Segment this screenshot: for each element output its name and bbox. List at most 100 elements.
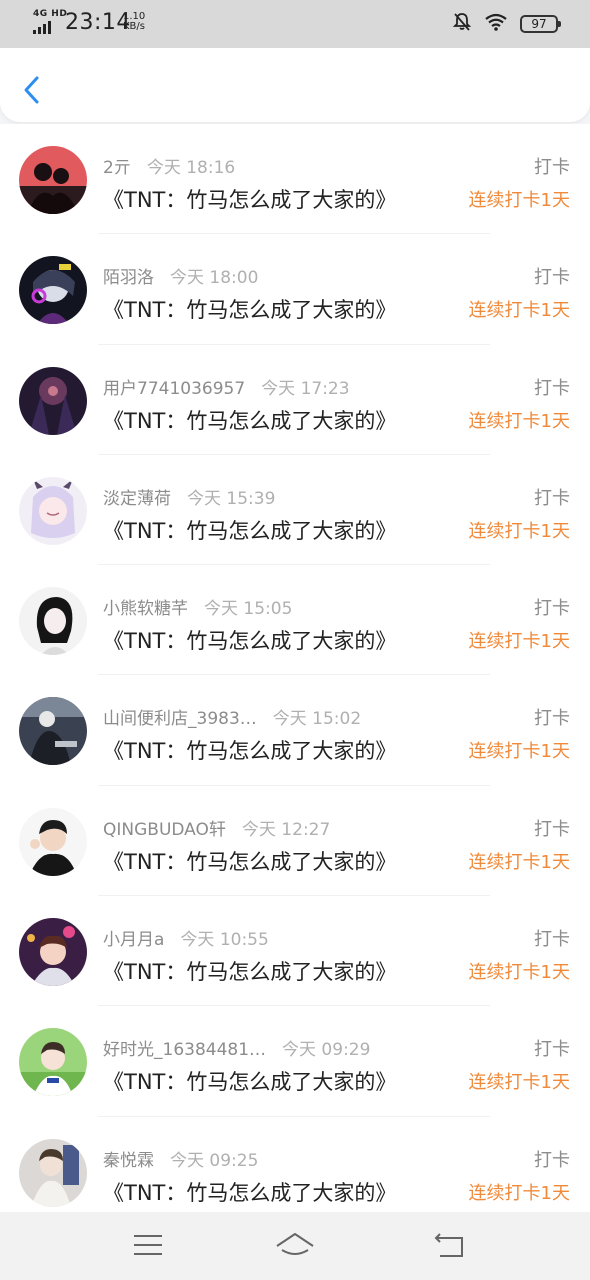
menu-button[interactable]	[128, 1230, 168, 1262]
checkin-list: 2亓 今天 18:16 《TNT：竹马怎么成了大家的》 打卡 连续打卡1天 陌羽洛 今天 1…	[0, 124, 590, 1212]
status-time: 23:14	[65, 10, 131, 35]
book-title: 《TNT：竹马怎么成了大家的》	[103, 188, 397, 212]
checkin-time: 今天 17:23	[261, 378, 350, 399]
checkin-time: 今天 09:25	[170, 1150, 259, 1171]
back-icon	[434, 1233, 463, 1257]
avatar[interactable]	[19, 587, 87, 656]
book-title: 《TNT：竹马怎么成了大家的》	[103, 629, 397, 654]
entry-meta: 秦悦霖 今天 09:25	[103, 1146, 258, 1171]
avatar[interactable]	[19, 366, 87, 435]
username[interactable]: 陌羽洛	[103, 268, 154, 288]
username[interactable]: 秦悦霖	[103, 1151, 154, 1171]
network-speed-unit: KB/s	[123, 21, 145, 32]
streak-label: 连续打卡1天	[468, 1182, 570, 1204]
username[interactable]: 淡定薄荷	[103, 489, 171, 509]
system-nav-bar	[0, 1212, 590, 1280]
book-title: 《TNT：竹马怎么成了大家的》	[103, 1070, 397, 1095]
checkin-row[interactable]: 好时光_16384481… 今天 09:29 《TNT：竹马怎么成了大家的》 打卡连续…	[0, 1006, 590, 1117]
battery-icon: 97	[520, 15, 561, 33]
avatar[interactable]	[19, 476, 87, 545]
home-button[interactable]	[275, 1230, 315, 1262]
checkin-label: 打卡	[534, 157, 570, 178]
checkin-label: 打卡	[534, 267, 570, 289]
chevron-left-icon	[24, 76, 39, 104]
checkin-row[interactable]: 小月月a 今天 10:55 《TNT：竹马怎么成了大家的》 打卡连续打卡1天	[0, 896, 590, 1007]
streak-label: 连续打卡1天	[468, 190, 570, 211]
entry-meta: 淡定薄荷 今天 15:39	[103, 484, 275, 509]
battery-level: 97	[531, 17, 547, 31]
checkin-row[interactable]: 陌羽洛 今天 18:00 《TNT：竹马怎么成了大家的》 打卡连续打卡1天	[0, 234, 590, 345]
checkin-time: 今天 12:27	[241, 819, 331, 840]
back-button[interactable]	[20, 74, 44, 106]
streak-label: 连续打卡1天	[468, 300, 570, 322]
avatar[interactable]	[19, 146, 87, 214]
avatar[interactable]	[19, 1138, 87, 1207]
username[interactable]: 2亓	[103, 158, 131, 178]
book-title: 《TNT：竹马怎么成了大家的》	[103, 408, 397, 433]
checkin-row[interactable]: 2亓 今天 18:16 《TNT：竹马怎么成了大家的》 打卡连续打卡1天	[0, 124, 590, 235]
book-title: 《TNT：竹马怎么成了大家的》	[103, 298, 397, 323]
entry-meta: 小熊软糖芊 今天 15:05	[103, 594, 292, 619]
streak-label: 连续打卡1天	[468, 741, 570, 763]
book-title: 《TNT：竹马怎么成了大家的》	[103, 960, 397, 985]
checkin-label: 打卡	[534, 1039, 570, 1061]
checkin-time: 今天 18:16	[146, 158, 236, 178]
entry-meta: 陌羽洛 今天 18:00	[103, 263, 258, 288]
checkin-label: 打卡	[534, 818, 570, 840]
network-type: 4G HD	[33, 9, 68, 19]
signal-icon	[33, 21, 51, 34]
entry-meta: 用户7741036957 今天 17:23	[103, 374, 350, 399]
menu-icon	[134, 1235, 162, 1255]
checkin-row[interactable]: 小熊软糖芊 今天 15:05 《TNT：竹马怎么成了大家的》 打卡连续打卡1天	[0, 565, 590, 676]
username[interactable]: 用户7741036957	[103, 379, 245, 399]
streak-label: 连续打卡1天	[468, 520, 570, 542]
username[interactable]: QINGBUDAO轩	[103, 820, 226, 840]
entry-meta: QINGBUDAO轩 今天 12:27	[103, 815, 330, 840]
checkin-label: 打卡	[534, 708, 570, 730]
checkin-time: 今天 18:00	[170, 268, 259, 289]
streak-label: 连续打卡1天	[468, 1072, 570, 1094]
checkin-row[interactable]: 山间便利店_3983… 今天 15:02 《TNT：竹马怎么成了大家的》 打卡连续打卡…	[0, 675, 590, 786]
checkin-label: 打卡	[534, 1149, 570, 1171]
checkin-time: 今天 10:55	[180, 930, 269, 951]
book-title: 《TNT：竹马怎么成了大家的》	[103, 739, 397, 764]
checkin-time: 今天 15:05	[204, 599, 293, 620]
checkin-row[interactable]: 用户7741036957 今天 17:23 《TNT：竹马怎么成了大家的》 打卡连续打…	[0, 345, 590, 455]
checkin-row[interactable]: QINGBUDAO轩 今天 12:27 《TNT：竹马怎么成了大家的》 打卡连续打卡1…	[0, 786, 590, 897]
header-bar	[0, 48, 590, 122]
checkin-row[interactable]: 秦悦霖 今天 09:25 《TNT：竹马怎么成了大家的》 打卡连续打卡1天	[0, 1117, 590, 1212]
avatar[interactable]	[19, 697, 87, 766]
book-title: 《TNT：竹马怎么成了大家的》	[103, 849, 397, 874]
username[interactable]: 好时光_16384481…	[103, 1040, 266, 1060]
home-icon	[276, 1233, 314, 1255]
wifi-icon	[484, 13, 508, 35]
checkin-label: 打卡	[534, 929, 570, 951]
back-nav-button[interactable]	[430, 1230, 470, 1262]
checkin-label: 打卡	[534, 377, 570, 399]
entry-meta: 山间便利店_3983… 今天 15:02	[103, 704, 361, 729]
status-bar: 4G HD 23:14 1.10 KB/s 97	[0, 0, 590, 48]
streak-label: 连续打卡1天	[468, 631, 570, 653]
checkin-label: 打卡	[534, 487, 570, 509]
username[interactable]: 小熊软糖芊	[103, 599, 188, 619]
username[interactable]: 小月月a	[103, 930, 164, 950]
entry-meta: 小月月a 今天 10:55	[103, 925, 269, 950]
avatar[interactable]	[19, 1028, 87, 1097]
avatar[interactable]	[19, 918, 87, 987]
checkin-time: 今天 15:39	[187, 488, 276, 509]
streak-label: 连续打卡1天	[468, 851, 570, 873]
streak-label: 连续打卡1天	[468, 410, 570, 432]
avatar[interactable]	[19, 807, 87, 876]
entry-meta: 好时光_16384481… 今天 09:29	[103, 1035, 370, 1060]
checkin-row[interactable]: 淡定薄荷 今天 15:39 《TNT：竹马怎么成了大家的》 打卡连续打卡1天	[0, 455, 590, 566]
entry-meta: 2亓 今天 18:16	[103, 153, 235, 178]
network-speed: 1.10 KB/s	[123, 12, 145, 32]
avatar[interactable]	[19, 256, 87, 325]
checkin-time: 今天 15:02	[272, 709, 362, 730]
book-title: 《TNT：竹马怎么成了大家的》	[103, 518, 397, 543]
bell-off-icon	[452, 12, 472, 36]
book-title: 《TNT：竹马怎么成了大家的》	[103, 1180, 397, 1205]
username[interactable]: 山间便利店_3983…	[103, 709, 257, 729]
checkin-label: 打卡	[534, 598, 570, 620]
streak-label: 连续打卡1天	[468, 962, 570, 984]
